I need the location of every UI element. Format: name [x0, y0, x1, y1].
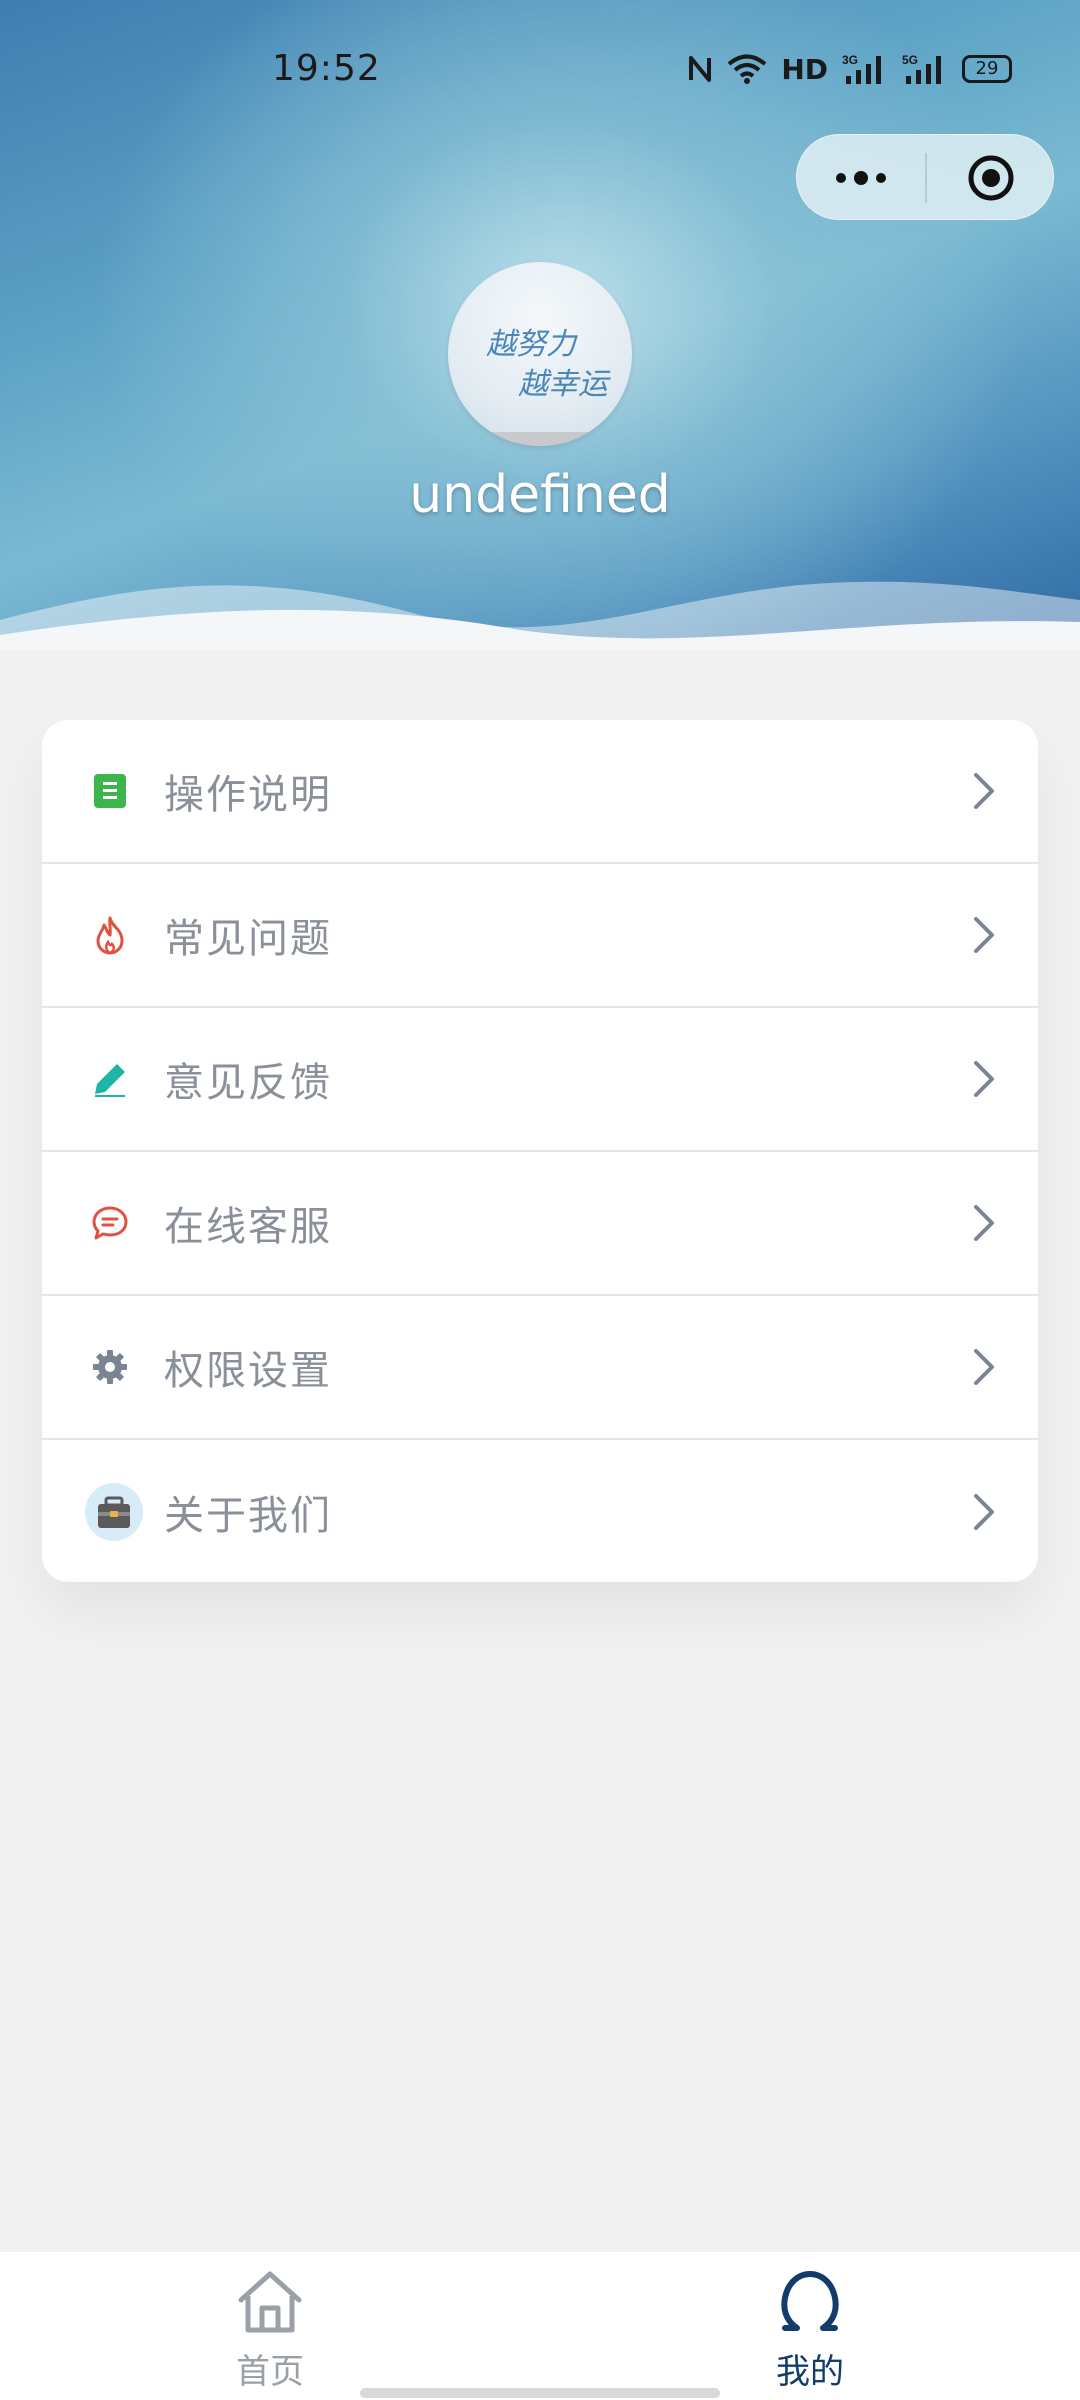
status-icons: HD 3G 5G 29	[687, 52, 1012, 86]
document-icon	[88, 769, 132, 813]
avatar[interactable]: 越努力 越幸运	[448, 262, 632, 446]
menu-card: 操作说明 常见问题 意见反馈 在线客服 权限设置 关于我们	[42, 720, 1038, 1582]
username: undefined	[409, 465, 671, 525]
gear-icon	[88, 1345, 132, 1389]
profile-screen: 19:52 HD 3G 5G 29 越努力 越幸运 undefined 操作说明…	[0, 0, 1080, 2400]
home-indicator[interactable]	[360, 2388, 720, 2398]
nfc-icon	[689, 56, 712, 82]
header-wave	[0, 581, 1080, 650]
svg-text:3G: 3G	[842, 53, 858, 67]
chevron-right-icon	[974, 917, 994, 953]
tab-bar: 首页 我的	[0, 2252, 1080, 2400]
menu-item-instructions[interactable]: 操作说明	[42, 720, 1038, 864]
menu-item-about-us[interactable]: 关于我们	[42, 1440, 1038, 1584]
more-dots-icon	[836, 171, 886, 185]
menu-item-label: 意见反馈	[164, 1060, 332, 1106]
battery-level: 29	[975, 58, 999, 79]
tab-home-label: 首页	[236, 2352, 304, 2392]
miniprogram-capsule	[796, 134, 1054, 220]
status-bar: 19:52 HD 3G 5G 29	[0, 40, 1080, 100]
close-miniprogram-button[interactable]	[927, 135, 1055, 221]
profile-header: 19:52 HD 3G 5G 29 越努力 越幸运 undefined	[0, 0, 1080, 650]
pencil-icon	[88, 1057, 132, 1101]
menu-item-customer-service[interactable]: 在线客服	[42, 1152, 1038, 1296]
avatar-text-line2: 越幸运	[518, 367, 611, 402]
home-icon	[238, 2271, 302, 2333]
profile-omega-icon	[781, 2271, 839, 2331]
tab-home[interactable]: 首页	[120, 2252, 420, 2400]
menu-item-label: 关于我们	[164, 1493, 332, 1539]
hd-label: HD	[781, 52, 828, 86]
menu-item-label: 常见问题	[164, 916, 332, 962]
more-button[interactable]	[797, 135, 925, 221]
svg-text:5G: 5G	[902, 53, 918, 67]
battery-icon: 29	[962, 55, 1012, 83]
signal-3g-icon: 3G	[842, 53, 881, 84]
toolbox-icon	[84, 1482, 144, 1542]
chevron-right-icon	[974, 1494, 994, 1530]
menu-item-feedback[interactable]: 意见反馈	[42, 1008, 1038, 1152]
tab-mine[interactable]: 我的	[660, 2252, 960, 2400]
chat-bubble-icon	[88, 1201, 132, 1245]
flame-icon	[88, 913, 132, 957]
chevron-right-icon	[974, 1349, 994, 1385]
menu-item-label: 在线客服	[164, 1204, 332, 1250]
target-close-icon	[968, 155, 1014, 201]
menu-item-label: 权限设置	[164, 1348, 332, 1394]
avatar-image: 越努力 越幸运	[448, 327, 632, 446]
wifi-icon	[728, 54, 767, 84]
avatar-text-line1: 越努力	[486, 327, 578, 362]
chevron-right-icon	[974, 1205, 994, 1241]
menu-item-permissions[interactable]: 权限设置	[42, 1296, 1038, 1440]
chevron-right-icon	[974, 1061, 994, 1097]
signal-5g-icon: 5G	[902, 53, 941, 84]
menu-item-faq[interactable]: 常见问题	[42, 864, 1038, 1008]
status-time: 19:52	[272, 48, 381, 89]
chevron-right-icon	[974, 773, 994, 809]
menu-item-label: 操作说明	[164, 772, 332, 818]
tab-mine-label: 我的	[776, 2352, 844, 2392]
